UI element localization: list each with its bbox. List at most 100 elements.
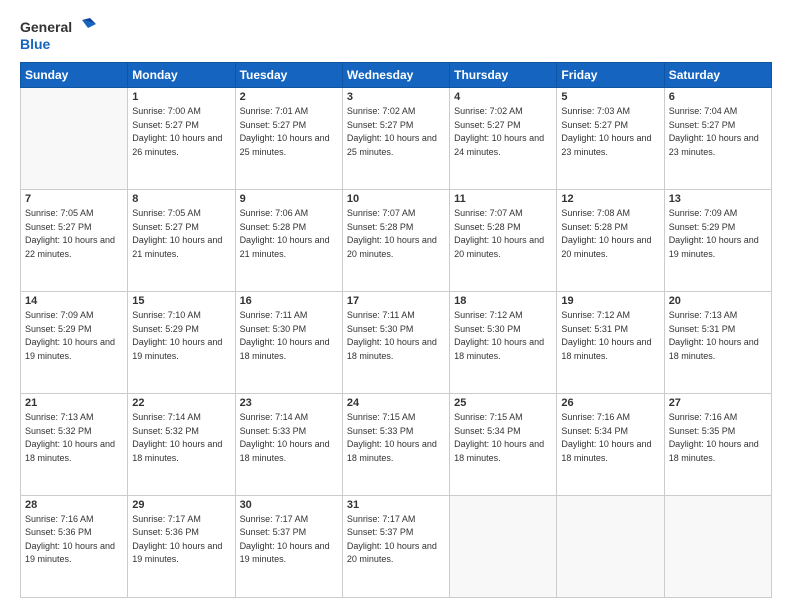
day-number: 14 xyxy=(25,295,123,307)
day-number: 20 xyxy=(669,295,767,307)
day-detail: Sunrise: 7:16 AMSunset: 5:35 PMDaylight:… xyxy=(669,411,767,465)
day-detail: Sunrise: 7:10 AMSunset: 5:29 PMDaylight:… xyxy=(132,309,230,363)
day-number: 17 xyxy=(347,295,445,307)
day-detail: Sunrise: 7:15 AMSunset: 5:33 PMDaylight:… xyxy=(347,411,445,465)
day-number: 8 xyxy=(132,193,230,205)
calendar-row-2: 14 Sunrise: 7:09 AMSunset: 5:29 PMDayligh… xyxy=(21,292,772,394)
calendar-cell: 23Sunrise: 7:14 AMSunset: 5:33 PMDayligh… xyxy=(235,394,342,496)
day-number: 30 xyxy=(240,499,338,511)
calendar-cell: 29 Sunrise: 7:17 AMSunset: 5:36 PMDayligh… xyxy=(128,495,235,597)
calendar-cell: 13Sunrise: 7:09 AMSunset: 5:29 PMDayligh… xyxy=(664,190,771,292)
calendar-header-wednesday: Wednesday xyxy=(342,63,449,88)
day-number: 12 xyxy=(561,193,659,205)
day-detail: Sunrise: 7:06 AMSunset: 5:28 PMDaylight:… xyxy=(240,207,338,261)
calendar-cell: 16 Sunrise: 7:11 AMSunset: 5:30 PMDayligh… xyxy=(235,292,342,394)
page: General Blue SundayMondayTuesdayWednesda… xyxy=(0,0,792,612)
day-detail: Sunrise: 7:02 AMSunset: 5:27 PMDaylight:… xyxy=(347,105,445,159)
calendar-header-friday: Friday xyxy=(557,63,664,88)
logo-general: General xyxy=(20,19,72,35)
day-number: 2 xyxy=(240,91,338,103)
calendar-header-row: SundayMondayTuesdayWednesdayThursdayFrid… xyxy=(21,63,772,88)
calendar-cell xyxy=(21,88,128,190)
day-detail: Sunrise: 7:14 AMSunset: 5:33 PMDaylight:… xyxy=(240,411,338,465)
header: General Blue xyxy=(20,18,772,52)
calendar-cell: 6Sunrise: 7:04 AMSunset: 5:27 PMDaylight… xyxy=(664,88,771,190)
day-detail: Sunrise: 7:15 AMSunset: 5:34 PMDaylight:… xyxy=(454,411,552,465)
calendar-cell xyxy=(557,495,664,597)
day-number: 11 xyxy=(454,193,552,205)
day-number: 29 xyxy=(132,499,230,511)
calendar-cell: 12 Sunrise: 7:08 AMSunset: 5:28 PMDayligh… xyxy=(557,190,664,292)
calendar-table: SundayMondayTuesdayWednesdayThursdayFrid… xyxy=(20,62,772,598)
calendar-cell xyxy=(664,495,771,597)
day-number: 21 xyxy=(25,397,123,409)
calendar-cell xyxy=(450,495,557,597)
day-detail: Sunrise: 7:16 AMSunset: 5:34 PMDaylight:… xyxy=(561,411,659,465)
calendar-header-saturday: Saturday xyxy=(664,63,771,88)
day-number: 19 xyxy=(561,295,659,307)
calendar-row-1: 7Sunrise: 7:05 AMSunset: 5:27 PMDaylight… xyxy=(21,190,772,292)
calendar-cell: 2 Sunrise: 7:01 AMSunset: 5:27 PMDaylight… xyxy=(235,88,342,190)
calendar-cell: 9 Sunrise: 7:06 AMSunset: 5:28 PMDaylight… xyxy=(235,190,342,292)
day-detail: Sunrise: 7:00 AMSunset: 5:27 PMDaylight:… xyxy=(132,105,230,159)
day-detail: Sunrise: 7:05 AMSunset: 5:27 PMDaylight:… xyxy=(132,207,230,261)
logo: General Blue xyxy=(20,18,96,52)
day-detail: Sunrise: 7:03 AMSunset: 5:27 PMDaylight:… xyxy=(561,105,659,159)
calendar-cell: 15 Sunrise: 7:10 AMSunset: 5:29 PMDayligh… xyxy=(128,292,235,394)
calendar-row-4: 28 Sunrise: 7:16 AMSunset: 5:36 PMDayligh… xyxy=(21,495,772,597)
day-number: 28 xyxy=(25,499,123,511)
calendar-cell: 7Sunrise: 7:05 AMSunset: 5:27 PMDaylight… xyxy=(21,190,128,292)
day-detail: Sunrise: 7:08 AMSunset: 5:28 PMDaylight:… xyxy=(561,207,659,261)
calendar-cell: 3 Sunrise: 7:02 AMSunset: 5:27 PMDaylight… xyxy=(342,88,449,190)
day-number: 26 xyxy=(561,397,659,409)
calendar-cell: 24 Sunrise: 7:15 AMSunset: 5:33 PMDayligh… xyxy=(342,394,449,496)
calendar-header-sunday: Sunday xyxy=(21,63,128,88)
day-number: 15 xyxy=(132,295,230,307)
day-detail: Sunrise: 7:02 AMSunset: 5:27 PMDaylight:… xyxy=(454,105,552,159)
calendar-header-thursday: Thursday xyxy=(450,63,557,88)
day-number: 22 xyxy=(132,397,230,409)
calendar-cell: 31 Sunrise: 7:17 AMSunset: 5:37 PMDayligh… xyxy=(342,495,449,597)
day-number: 10 xyxy=(347,193,445,205)
day-number: 31 xyxy=(347,499,445,511)
day-number: 4 xyxy=(454,91,552,103)
calendar-cell: 11 Sunrise: 7:07 AMSunset: 5:28 PMDayligh… xyxy=(450,190,557,292)
calendar-cell: 18Sunrise: 7:12 AMSunset: 5:30 PMDayligh… xyxy=(450,292,557,394)
day-detail: Sunrise: 7:11 AMSunset: 5:30 PMDaylight:… xyxy=(240,309,338,363)
logo-blue: Blue xyxy=(20,36,96,52)
day-number: 3 xyxy=(347,91,445,103)
day-number: 24 xyxy=(347,397,445,409)
day-detail: Sunrise: 7:09 AMSunset: 5:29 PMDaylight:… xyxy=(669,207,767,261)
day-number: 25 xyxy=(454,397,552,409)
day-detail: Sunrise: 7:07 AMSunset: 5:28 PMDaylight:… xyxy=(347,207,445,261)
day-number: 27 xyxy=(669,397,767,409)
day-detail: Sunrise: 7:17 AMSunset: 5:37 PMDaylight:… xyxy=(347,513,445,567)
day-detail: Sunrise: 7:01 AMSunset: 5:27 PMDaylight:… xyxy=(240,105,338,159)
day-detail: Sunrise: 7:17 AMSunset: 5:36 PMDaylight:… xyxy=(132,513,230,567)
calendar-cell: 8 Sunrise: 7:05 AMSunset: 5:27 PMDaylight… xyxy=(128,190,235,292)
day-number: 18 xyxy=(454,295,552,307)
calendar-cell: 22 Sunrise: 7:14 AMSunset: 5:32 PMDayligh… xyxy=(128,394,235,496)
calendar-cell: 21 Sunrise: 7:13 AMSunset: 5:32 PMDayligh… xyxy=(21,394,128,496)
calendar-cell: 5Sunrise: 7:03 AMSunset: 5:27 PMDaylight… xyxy=(557,88,664,190)
calendar-cell: 4 Sunrise: 7:02 AMSunset: 5:27 PMDaylight… xyxy=(450,88,557,190)
calendar-cell: 27 Sunrise: 7:16 AMSunset: 5:35 PMDayligh… xyxy=(664,394,771,496)
calendar-cell: 30 Sunrise: 7:17 AMSunset: 5:37 PMDayligh… xyxy=(235,495,342,597)
calendar-cell: 17 Sunrise: 7:11 AMSunset: 5:30 PMDayligh… xyxy=(342,292,449,394)
day-detail: Sunrise: 7:07 AMSunset: 5:28 PMDaylight:… xyxy=(454,207,552,261)
day-detail: Sunrise: 7:13 AMSunset: 5:31 PMDaylight:… xyxy=(669,309,767,363)
day-detail: Sunrise: 7:12 AMSunset: 5:31 PMDaylight:… xyxy=(561,309,659,363)
day-detail: Sunrise: 7:13 AMSunset: 5:32 PMDaylight:… xyxy=(25,411,123,465)
logo-bird-icon xyxy=(74,18,96,36)
day-detail: Sunrise: 7:17 AMSunset: 5:37 PMDaylight:… xyxy=(240,513,338,567)
day-number: 16 xyxy=(240,295,338,307)
calendar-cell: 26 Sunrise: 7:16 AMSunset: 5:34 PMDayligh… xyxy=(557,394,664,496)
day-detail: Sunrise: 7:14 AMSunset: 5:32 PMDaylight:… xyxy=(132,411,230,465)
day-number: 9 xyxy=(240,193,338,205)
day-detail: Sunrise: 7:11 AMSunset: 5:30 PMDaylight:… xyxy=(347,309,445,363)
day-detail: Sunrise: 7:16 AMSunset: 5:36 PMDaylight:… xyxy=(25,513,123,567)
calendar-cell: 25 Sunrise: 7:15 AMSunset: 5:34 PMDayligh… xyxy=(450,394,557,496)
day-detail: Sunrise: 7:09 AMSunset: 5:29 PMDaylight:… xyxy=(25,309,123,363)
day-detail: Sunrise: 7:05 AMSunset: 5:27 PMDaylight:… xyxy=(25,207,123,261)
calendar-row-0: 1Sunrise: 7:00 AMSunset: 5:27 PMDaylight… xyxy=(21,88,772,190)
